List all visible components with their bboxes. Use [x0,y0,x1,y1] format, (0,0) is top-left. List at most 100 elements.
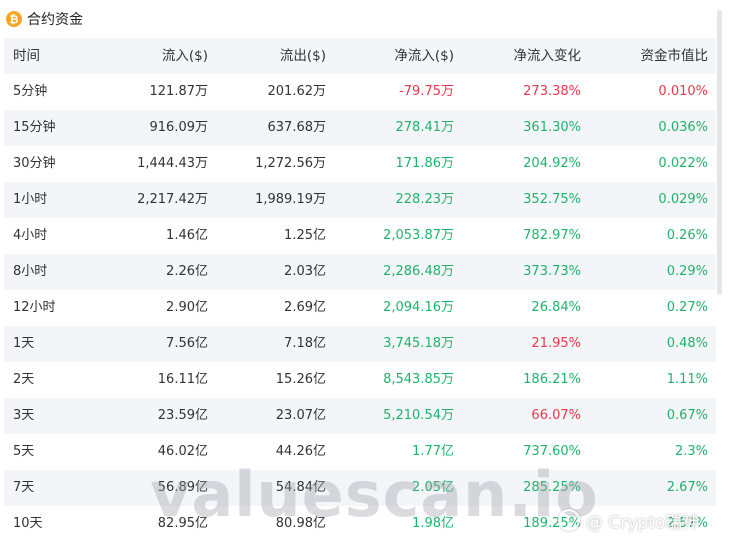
column-header-time: 时间 [13,48,40,64]
cell-time: 30分钟 [13,156,56,171]
cell-inflow: 916.09万 [149,120,209,135]
cell-inflow: 2,217.42万 [137,192,208,207]
section-header: ₿ 合约资金 [0,0,735,38]
table-row: 1小时 2,217.42万 1,989.19万 228.23万 352.75% 0.029… [4,182,716,218]
cell-cap-ratio: 2.67% [666,480,708,495]
cell-time: 12小时 [13,300,56,315]
cell-outflow: 2.03亿 [284,264,326,279]
cell-net-inflow: 171.86万 [395,156,455,171]
cell-net-change: 66.07% [531,408,581,423]
table-row: 7天 56.89亿 54.84亿 2.05亿 285.25% 2.67% [4,470,716,506]
cell-time: 2天 [13,372,35,387]
cell-net-inflow: 1.77亿 [412,444,454,459]
table-header-row: 时间 流入($) 流出($) 净流入($) 净流入变化 资金市值比 [4,38,716,74]
cell-outflow: 23.07亿 [275,408,326,423]
cell-net-change: 285.25% [523,480,581,495]
cell-net-change: 373.73% [523,264,581,279]
cell-outflow: 201.62万 [267,84,327,99]
cell-inflow: 2.90亿 [166,300,208,315]
cell-net-inflow: 8,543.85万 [383,372,454,387]
cell-net-change: 352.75% [523,192,581,207]
cell-net-change: 361.30% [523,120,581,135]
cell-cap-ratio: 1.11% [666,372,708,387]
cell-cap-ratio: 0.67% [666,408,708,423]
cell-outflow: 80.98亿 [275,516,326,531]
fund-flow-table: 时间 流入($) 流出($) 净流入($) 净流入变化 资金市值比 5分钟 121… [4,38,716,542]
cell-inflow: 121.87万 [149,84,209,99]
cell-cap-ratio: 0.022% [658,156,708,171]
cell-outflow: 44.26亿 [275,444,326,459]
cell-outflow: 1.25亿 [284,228,326,243]
table-row: 30分钟 1,444.43万 1,272.56万 171.86万 204.92% 0.02… [4,146,716,182]
cell-inflow: 2.26亿 [166,264,208,279]
cell-inflow: 23.59亿 [157,408,208,423]
table-row: 4小时 1.46亿 1.25亿 2,053.87万 782.97% 0.26% [4,218,716,254]
cell-net-inflow: 3,745.18万 [383,336,454,351]
cell-outflow: 54.84亿 [275,480,326,495]
cell-cap-ratio: 2.57% [666,516,708,531]
cell-outflow: 1,989.19万 [255,192,326,207]
cell-outflow: 637.68万 [267,120,327,135]
table-row: 15分钟 916.09万 637.68万 278.41万 361.30% 0.036% [4,110,716,146]
cell-net-change: 21.95% [531,336,581,351]
cell-net-inflow: 5,210.54万 [383,408,454,423]
cell-net-inflow: 278.41万 [395,120,455,135]
cell-inflow: 56.89亿 [157,480,208,495]
cell-cap-ratio: 0.27% [666,300,708,315]
cell-time: 3天 [13,408,35,423]
scrollbar[interactable] [717,10,723,547]
cell-net-change: 189.25% [523,516,581,531]
cell-net-inflow: 1.98亿 [412,516,454,531]
table-row: 12小时 2.90亿 2.69亿 2,094.16万 26.84% 0.27% [4,290,716,326]
table-row: 5分钟 121.87万 201.62万 -79.75万 273.38% 0.010% [4,74,716,110]
cell-outflow: 15.26亿 [275,372,326,387]
cell-net-change: 204.92% [523,156,581,171]
cell-net-change: 782.97% [523,228,581,243]
scrollbar-thumb[interactable] [717,10,722,295]
coin-icon: ₿ [6,11,22,27]
cell-outflow: 1,272.56万 [255,156,326,171]
cell-time: 5天 [13,444,35,459]
cell-inflow: 46.02亿 [157,444,208,459]
cell-net-inflow: 2,286.48万 [383,264,454,279]
table-row: 1天 7.56亿 7.18亿 3,745.18万 21.95% 0.48% [4,326,716,362]
cell-inflow: 7.56亿 [166,336,208,351]
table-row: 8小时 2.26亿 2.03亿 2,286.48万 373.73% 0.29% [4,254,716,290]
cell-net-change: 186.21% [523,372,581,387]
cell-net-inflow: 2.05亿 [412,480,454,495]
column-header-outflow: 流出($) [279,48,326,64]
cell-time: 8小时 [13,264,48,279]
table-row: 3天 23.59亿 23.07亿 5,210.54万 66.07% 0.67% [4,398,716,434]
column-header-cap-ratio: 资金市值比 [640,48,709,64]
cell-time: 1小时 [13,192,48,207]
cell-cap-ratio: 0.29% [666,264,708,279]
table-row: 10天 82.95亿 80.98亿 1.98亿 189.25% 2.57% [4,506,716,542]
cell-cap-ratio: 0.029% [658,192,708,207]
cell-net-inflow: 2,053.87万 [383,228,454,243]
cell-net-change: 273.38% [523,84,581,99]
cell-inflow: 1,444.43万 [137,156,208,171]
cell-time: 4小时 [13,228,48,243]
cell-net-change: 737.60% [523,444,581,459]
table-row: 2天 16.11亿 15.26亿 8,543.85万 186.21% 1.11% [4,362,716,398]
cell-time: 7天 [13,480,35,495]
cell-cap-ratio: 2.3% [674,444,708,459]
cell-time: 15分钟 [13,120,56,135]
cell-outflow: 7.18亿 [284,336,326,351]
cell-net-change: 26.84% [531,300,581,315]
cell-time: 10天 [13,516,43,531]
cell-cap-ratio: 0.036% [658,120,708,135]
cell-net-inflow: 2,094.16万 [383,300,454,315]
cell-net-inflow: 228.23万 [395,192,455,207]
section-title: 合约资金 [27,12,83,28]
cell-cap-ratio: 0.010% [658,84,708,99]
cell-outflow: 2.69亿 [284,300,326,315]
cell-inflow: 16.11亿 [157,372,208,387]
cell-time: 5分钟 [13,84,48,99]
cell-cap-ratio: 0.48% [666,336,708,351]
cell-net-inflow: -79.75万 [399,84,454,99]
column-header-net-inflow: 净流入($) [394,48,454,64]
table-row: 5天 46.02亿 44.26亿 1.77亿 737.60% 2.3% [4,434,716,470]
cell-inflow: 1.46亿 [166,228,208,243]
cell-time: 1天 [13,336,35,351]
